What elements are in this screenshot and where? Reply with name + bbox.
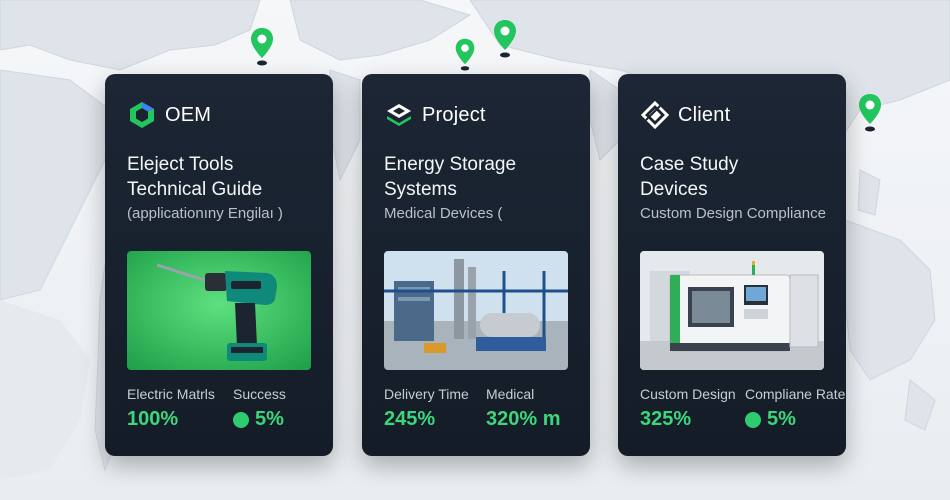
card-label: Project bbox=[422, 103, 486, 126]
stat-success: Success 5% bbox=[233, 386, 286, 430]
card-label: Client bbox=[678, 103, 731, 126]
stat-custom-design: Custom Design 325% bbox=[640, 386, 736, 430]
card-title: Case Study Devices bbox=[640, 154, 739, 200]
card-subtitle: Medical Devices ( bbox=[384, 205, 503, 222]
card-title: Eleject Tools Technical Guide bbox=[127, 154, 263, 200]
drill-image bbox=[127, 251, 311, 370]
industrial-plant-image bbox=[384, 251, 568, 370]
stat-compliance-rate: Compliane Rate 5% bbox=[745, 386, 846, 430]
project-card[interactable]: Project Energy Storage Systems Medical D… bbox=[362, 74, 590, 456]
diamond-logo-icon bbox=[640, 100, 670, 130]
card-header: OEM bbox=[127, 100, 211, 130]
location-pin-icon bbox=[251, 28, 273, 66]
card-subtitle: (applicationıny Engilaı ) bbox=[127, 205, 283, 222]
card-header: Client bbox=[640, 100, 730, 130]
cnc-machine-image bbox=[640, 251, 824, 370]
status-dot-icon bbox=[745, 411, 761, 428]
location-pin-icon bbox=[455, 38, 475, 71]
card-subtitle: Custom Design Compliance bbox=[640, 205, 826, 222]
layers-logo-icon bbox=[387, 104, 411, 126]
stat-medical: Medical 320% m bbox=[486, 386, 561, 430]
hexagon-logo-icon bbox=[130, 102, 154, 128]
stat-delivery-time: Delivery Time 245% bbox=[384, 386, 469, 430]
client-card[interactable]: Client Case Study Devices Custom Design … bbox=[618, 74, 846, 456]
location-pin-icon bbox=[494, 20, 516, 58]
card-title: Energy Storage Systems bbox=[384, 154, 517, 200]
stat-electric-matrls: Electric Matrls 100% bbox=[127, 386, 215, 430]
location-pin-icon bbox=[859, 94, 881, 132]
status-dot-icon bbox=[233, 411, 249, 428]
oem-card[interactable]: OEM Eleject Tools Technical Guide (appli… bbox=[105, 74, 333, 456]
card-label: OEM bbox=[165, 103, 212, 126]
card-header: Project bbox=[384, 100, 486, 130]
